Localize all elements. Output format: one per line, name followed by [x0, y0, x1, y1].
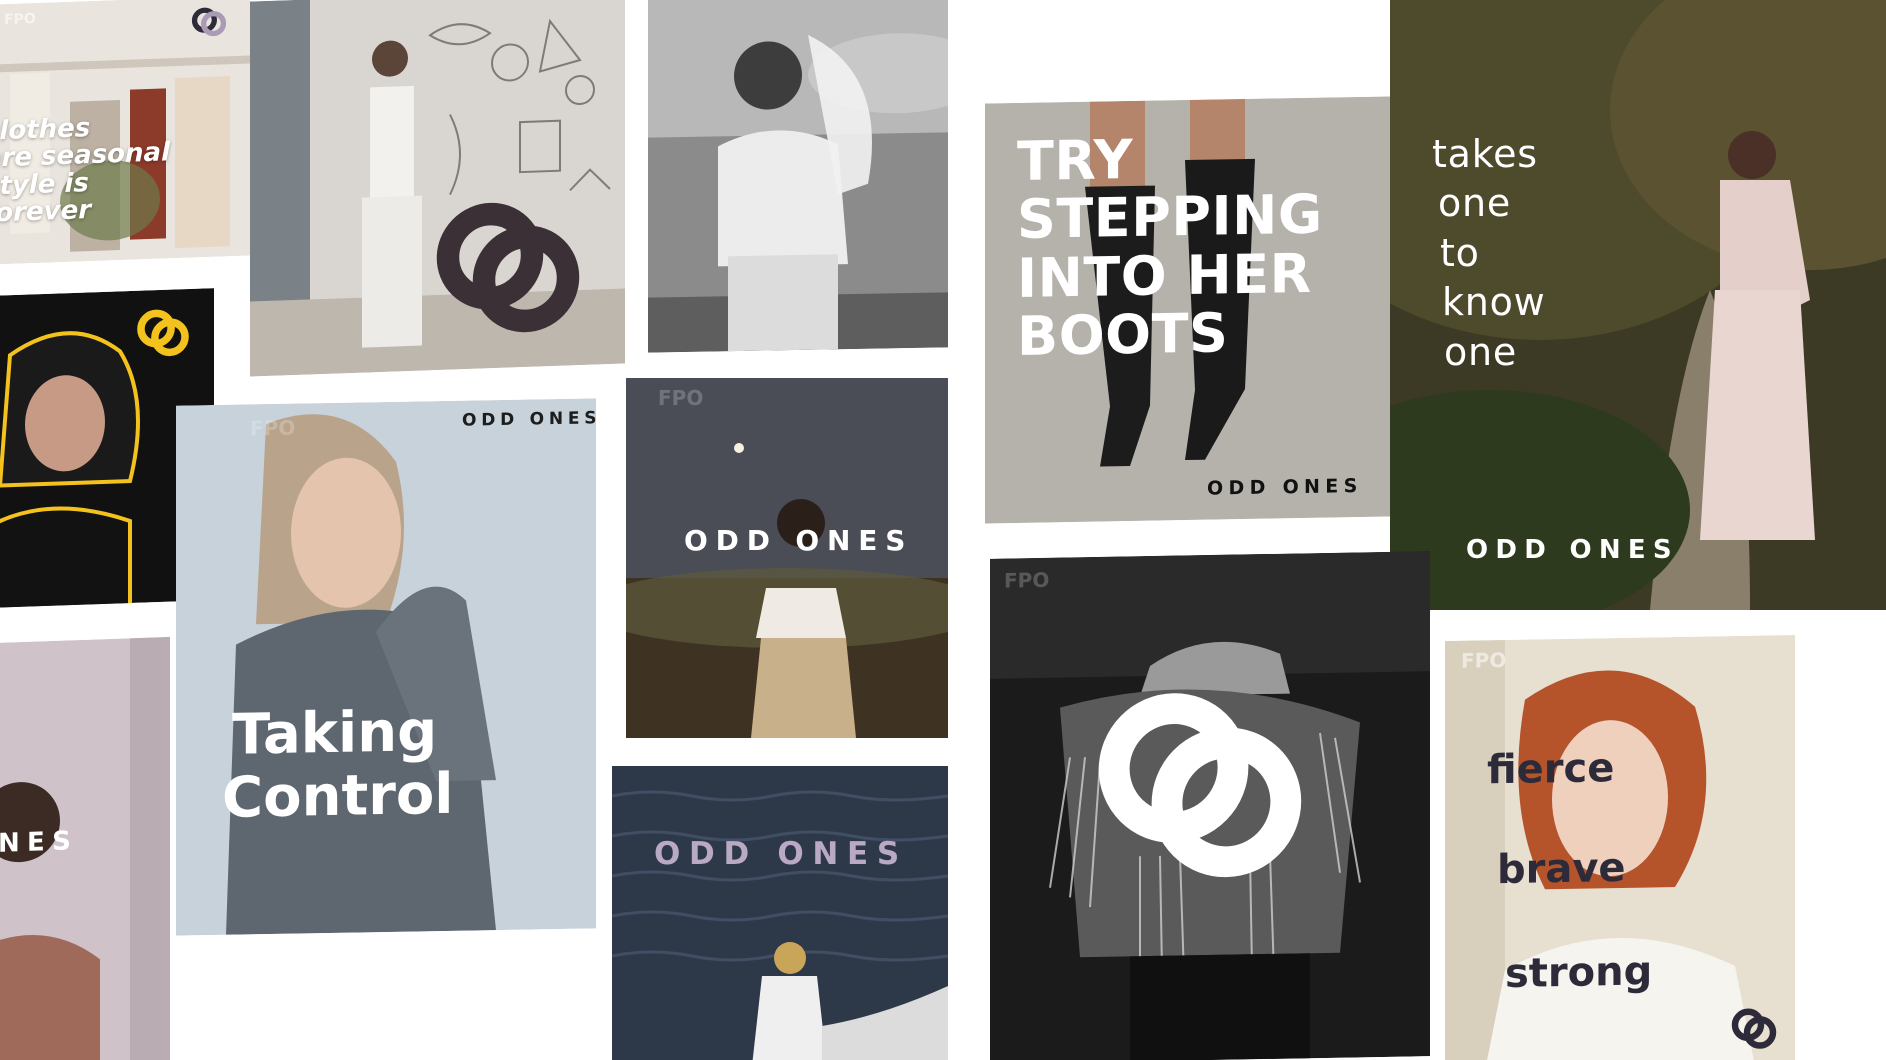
taking-control-headline: Taking Control [222, 699, 454, 830]
brand-wordmark: ODD ONES [684, 524, 914, 557]
tile-redhead-quote[interactable]: FPO fierce brave strong [1445, 634, 1795, 1060]
brand-wordmark: ODD ONES [654, 836, 908, 872]
sea-boat-photo [612, 766, 948, 1060]
quote-line: to [1440, 230, 1480, 275]
tile-fringe-photo[interactable]: FPO [990, 551, 1430, 1060]
boots-headline: TRY STEPPING INTO HER BOOTS [1017, 127, 1323, 368]
brand-wordmark: NES [0, 826, 79, 859]
reading-woman-photo [626, 378, 948, 738]
tile-forest-quote[interactable]: takes one to know one ODD ONES [1390, 0, 1886, 610]
logo-icon [190, 2, 228, 41]
quote-line: strong [1505, 948, 1653, 998]
headline-line: INTO HER [1017, 241, 1312, 310]
mood-board-canvas: FPO clothes are seasonal style is foreve… [0, 0, 1886, 1060]
logo-icon [1729, 1003, 1779, 1054]
forest-quote-text: takes one to know one [1432, 130, 1545, 377]
fpo-mark: FPO [1461, 647, 1507, 673]
headline-line: TRY [1017, 127, 1134, 193]
fpo-mark: FPO [4, 10, 36, 29]
logo-icon [134, 303, 192, 363]
tile-sea-photo[interactable]: ODD ONES [612, 766, 948, 1060]
logo-icon [1090, 673, 1310, 897]
tile-clothes-quote[interactable]: FPO clothes are seasonal style is foreve… [0, 0, 250, 265]
tile-boots-quote[interactable]: TRY STEPPING INTO HER BOOTS ODD ONES [985, 96, 1390, 524]
clothes-quote-text: clothes are seasonal style is forever [0, 112, 170, 229]
brand-wordmark: ODD ONES [1466, 535, 1679, 565]
quote-line: one [1438, 181, 1511, 226]
quote-line: fierce [1487, 745, 1615, 794]
quote-line: takes [1432, 132, 1538, 176]
tile-taking-control[interactable]: FPO ODD ONES Taking Control [176, 398, 596, 936]
redhead-quote-text: fierce brave strong [1487, 745, 1653, 998]
fpo-mark: FPO [1004, 567, 1050, 593]
fpo-mark: FPO [658, 386, 704, 410]
headline-line: STEPPING [1017, 182, 1323, 252]
tile-bw-portrait[interactable] [648, 0, 948, 353]
brand-wordmark: ODD ONES [462, 408, 596, 431]
headline-line: Taking [232, 699, 438, 768]
brand-wordmark: ODD ONES [1207, 474, 1363, 500]
tile-mural-photo[interactable] [250, 0, 625, 377]
quote-line: one [1444, 329, 1517, 374]
headline-line: BOOTS [1017, 301, 1229, 368]
tile-reading-portrait[interactable]: FPO ODD ONES [626, 378, 948, 738]
logo-icon [428, 190, 588, 346]
tile-edge-portrait[interactable]: NES [0, 636, 170, 1060]
fpo-mark: FPO [250, 415, 296, 441]
quote-line: brave [1497, 844, 1626, 894]
headline-line: Control [222, 761, 454, 831]
bw-woman-photo [648, 0, 948, 353]
blonde-woman-photo [176, 398, 596, 936]
quote-line: know [1442, 280, 1546, 325]
